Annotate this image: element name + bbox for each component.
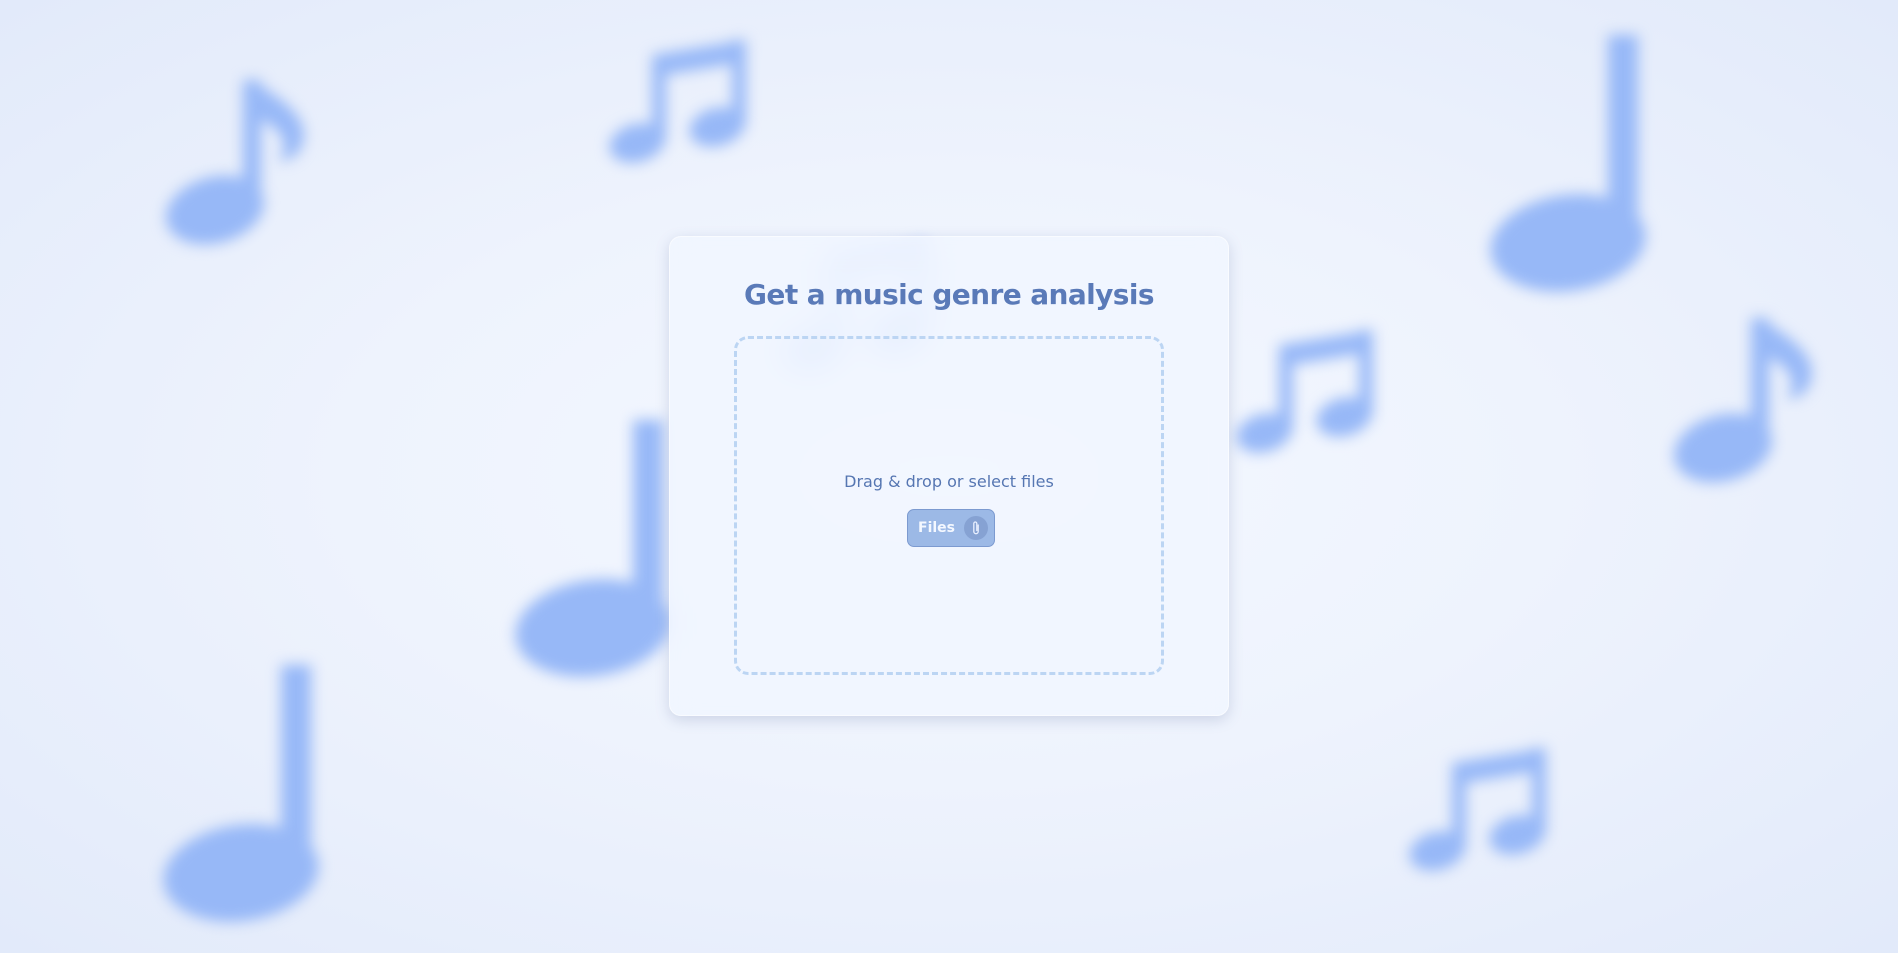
- paperclip-icon: [964, 516, 988, 540]
- beamed-notes-icon: [609, 40, 746, 163]
- upload-card: Get a music genre analysis Drag & drop o…: [669, 236, 1229, 716]
- files-button[interactable]: Files: [907, 509, 995, 547]
- files-button-label: Files: [918, 520, 955, 536]
- half-note-icon: [1490, 35, 1646, 292]
- page-title: Get a music genre analysis: [744, 278, 1154, 311]
- half-note-icon: [163, 665, 319, 922]
- half-note-icon: [515, 420, 671, 677]
- beamed-notes-icon: [1409, 748, 1546, 871]
- beamed-notes-icon: [1236, 330, 1373, 453]
- dropzone-prompt: Drag & drop or select files: [844, 472, 1054, 491]
- eighth-note-icon: [1673, 318, 1812, 483]
- eighth-note-icon: [165, 80, 304, 245]
- file-dropzone[interactable]: Drag & drop or select files Files: [734, 336, 1164, 675]
